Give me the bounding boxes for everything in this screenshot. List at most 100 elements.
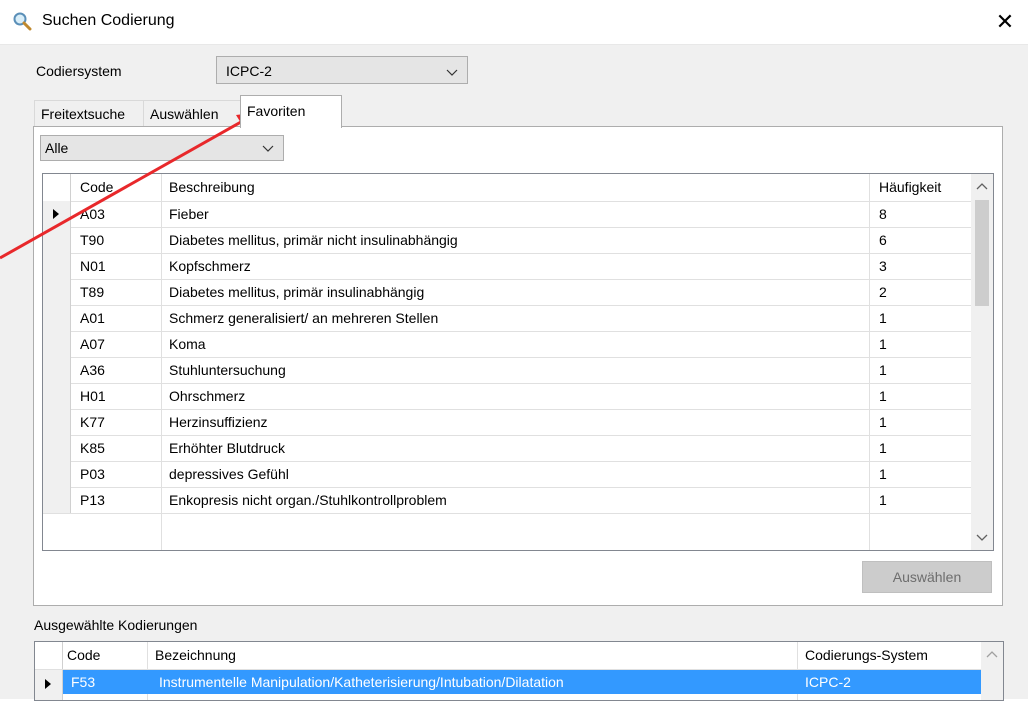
column-header-codierungs-system[interactable]: Codierungs-System [805, 647, 928, 663]
scroll-down-icon[interactable] [971, 526, 993, 548]
grid-scrollbar[interactable] [971, 174, 993, 550]
row-header[interactable] [43, 357, 71, 383]
window-title: Suchen Codierung [42, 12, 175, 29]
table-row[interactable]: P03 depressives Gefühl 1 [43, 461, 971, 488]
codiersystem-label: Codiersystem [36, 63, 122, 79]
cell-haeufigkeit: 3 [879, 258, 887, 274]
codiersystem-value: ICPC-2 [226, 63, 272, 79]
cell-code: T90 [80, 232, 105, 248]
row-header[interactable] [43, 409, 71, 435]
tab-auswaehlen[interactable]: Auswählen [143, 100, 247, 127]
title-bar: Suchen Codierung ✕ [0, 0, 1028, 45]
scroll-up-icon[interactable] [971, 176, 993, 198]
chevron-down-icon [446, 69, 458, 76]
cell-haeufigkeit: 1 [879, 362, 887, 378]
cell-code: P13 [80, 492, 105, 508]
cell-beschreibung: Koma [169, 336, 206, 352]
table-row[interactable]: A36 Stuhluntersuchung 1 [43, 357, 971, 384]
cell-code: A07 [80, 336, 105, 352]
table-row[interactable]: P13 Enkopresis nicht organ./Stuhlkontroll… [43, 487, 971, 514]
selected-codings-grid[interactable]: Code Bezeichnung Codierungs-System F53 I… [34, 641, 1004, 701]
cell-code: A36 [80, 362, 105, 378]
cell-haeufigkeit: 1 [879, 388, 887, 404]
table-row[interactable]: H01 Ohrschmerz 1 [43, 383, 971, 410]
cell-haeufigkeit: 1 [879, 440, 887, 456]
table-row[interactable]: K85 Erhöhter Blutdruck 1 [43, 435, 971, 462]
selected-code: F53 [71, 674, 96, 690]
scroll-thumb[interactable] [975, 200, 989, 306]
row-header[interactable] [43, 487, 71, 513]
chevron-down-icon [262, 145, 274, 152]
cell-haeufigkeit: 2 [879, 284, 887, 300]
cell-haeufigkeit: 6 [879, 232, 887, 248]
cell-haeufigkeit: 1 [879, 336, 887, 352]
column-header-beschreibung[interactable]: Beschreibung [169, 179, 255, 195]
column-header-code[interactable]: Code [80, 179, 113, 195]
row-header[interactable] [43, 331, 71, 357]
magnifier-icon [13, 12, 32, 31]
selected-row[interactable]: F53 Instrumentelle Manipulation/Katheter… [63, 670, 981, 694]
table-row[interactable]: T89 Diabetes mellitus, primär insulinabhä… [43, 279, 971, 306]
grid-header: Code Beschreibung Häufigkeit [43, 174, 971, 202]
column-header-haeufigkeit[interactable]: Häufigkeit [879, 179, 941, 195]
cell-beschreibung: Stuhluntersuchung [169, 362, 286, 378]
cell-code: H01 [80, 388, 106, 404]
favoriten-panel: Alle Code Beschreibung Häufigkeit A03 Fie… [33, 126, 1003, 606]
select-button[interactable]: Auswählen [862, 561, 992, 593]
cell-beschreibung: Diabetes mellitus, primär insulinabhängi… [169, 284, 425, 300]
row-header[interactable] [43, 279, 71, 305]
selected-grid-header: Code Bezeichnung Codierungs-System [35, 642, 981, 670]
cell-haeufigkeit: 1 [879, 492, 887, 508]
cell-beschreibung: Fieber [169, 206, 209, 222]
table-row[interactable]: K77 Herzinsuffizienz 1 [43, 409, 971, 436]
current-row-icon [45, 679, 51, 689]
selected-grid-scrollbar[interactable] [981, 642, 1003, 700]
row-header[interactable] [43, 305, 71, 331]
cell-beschreibung: Diabetes mellitus, primär nicht insulina… [169, 232, 458, 248]
table-row[interactable]: A07 Koma 1 [43, 331, 971, 358]
row-header[interactable] [43, 435, 71, 461]
row-header[interactable] [43, 227, 71, 253]
cell-code: K85 [80, 440, 105, 456]
row-header-corner [35, 642, 63, 669]
tab-favoriten[interactable]: Favoriten [240, 95, 342, 128]
cell-haeufigkeit: 1 [879, 310, 887, 326]
scroll-up-icon[interactable] [981, 644, 1003, 666]
cell-code: N01 [80, 258, 106, 274]
search-coding-dialog: Suchen Codierung ✕ Codiersystem ICPC-2 F… [0, 0, 1028, 701]
cell-code: P03 [80, 466, 105, 482]
close-button[interactable]: ✕ [982, 0, 1028, 44]
table-row[interactable]: N01 Kopfschmerz 3 [43, 253, 971, 280]
selected-system: ICPC-2 [805, 674, 851, 690]
cell-beschreibung: Enkopresis nicht organ./Stuhlkontrollpro… [169, 492, 447, 508]
cell-beschreibung: Schmerz generalisiert/ an mehreren Stell… [169, 310, 439, 326]
column-header-bezeichnung[interactable]: Bezeichnung [155, 647, 236, 663]
row-header[interactable] [43, 383, 71, 409]
codiersystem-select[interactable]: ICPC-2 [216, 56, 468, 84]
cell-code: A03 [80, 206, 105, 222]
row-header[interactable] [43, 461, 71, 487]
cell-beschreibung: Kopfschmerz [169, 258, 251, 274]
cell-beschreibung: Erhöhter Blutdruck [169, 440, 285, 456]
cell-haeufigkeit: 1 [879, 414, 887, 430]
current-row-icon [53, 209, 59, 219]
cell-code: A01 [80, 310, 105, 326]
filter-select[interactable]: Alle [40, 135, 284, 161]
table-row[interactable]: T90 Diabetes mellitus, primär nicht insul… [43, 227, 971, 254]
cell-code: T89 [80, 284, 105, 300]
cell-beschreibung: Herzinsuffizienz [169, 414, 268, 430]
row-header[interactable] [43, 253, 71, 279]
cell-beschreibung: Ohrschmerz [169, 388, 246, 404]
table-row[interactable]: A03 Fieber 8 [43, 201, 971, 228]
cell-code: K77 [80, 414, 105, 430]
row-header[interactable] [43, 201, 71, 227]
cell-haeufigkeit: 1 [879, 466, 887, 482]
filter-value: Alle [45, 140, 69, 156]
selected-name: Instrumentelle Manipulation/Katheterisie… [159, 674, 564, 690]
row-header-corner [43, 174, 71, 201]
column-header-code[interactable]: Code [67, 647, 100, 663]
tab-freitextsuche[interactable]: Freitextsuche [34, 100, 150, 127]
favorites-grid[interactable]: Code Beschreibung Häufigkeit A03 Fieber 8 T… [42, 173, 994, 551]
row-header[interactable] [35, 670, 63, 700]
table-row[interactable]: A01 Schmerz generalisiert/ an mehreren St… [43, 305, 971, 332]
